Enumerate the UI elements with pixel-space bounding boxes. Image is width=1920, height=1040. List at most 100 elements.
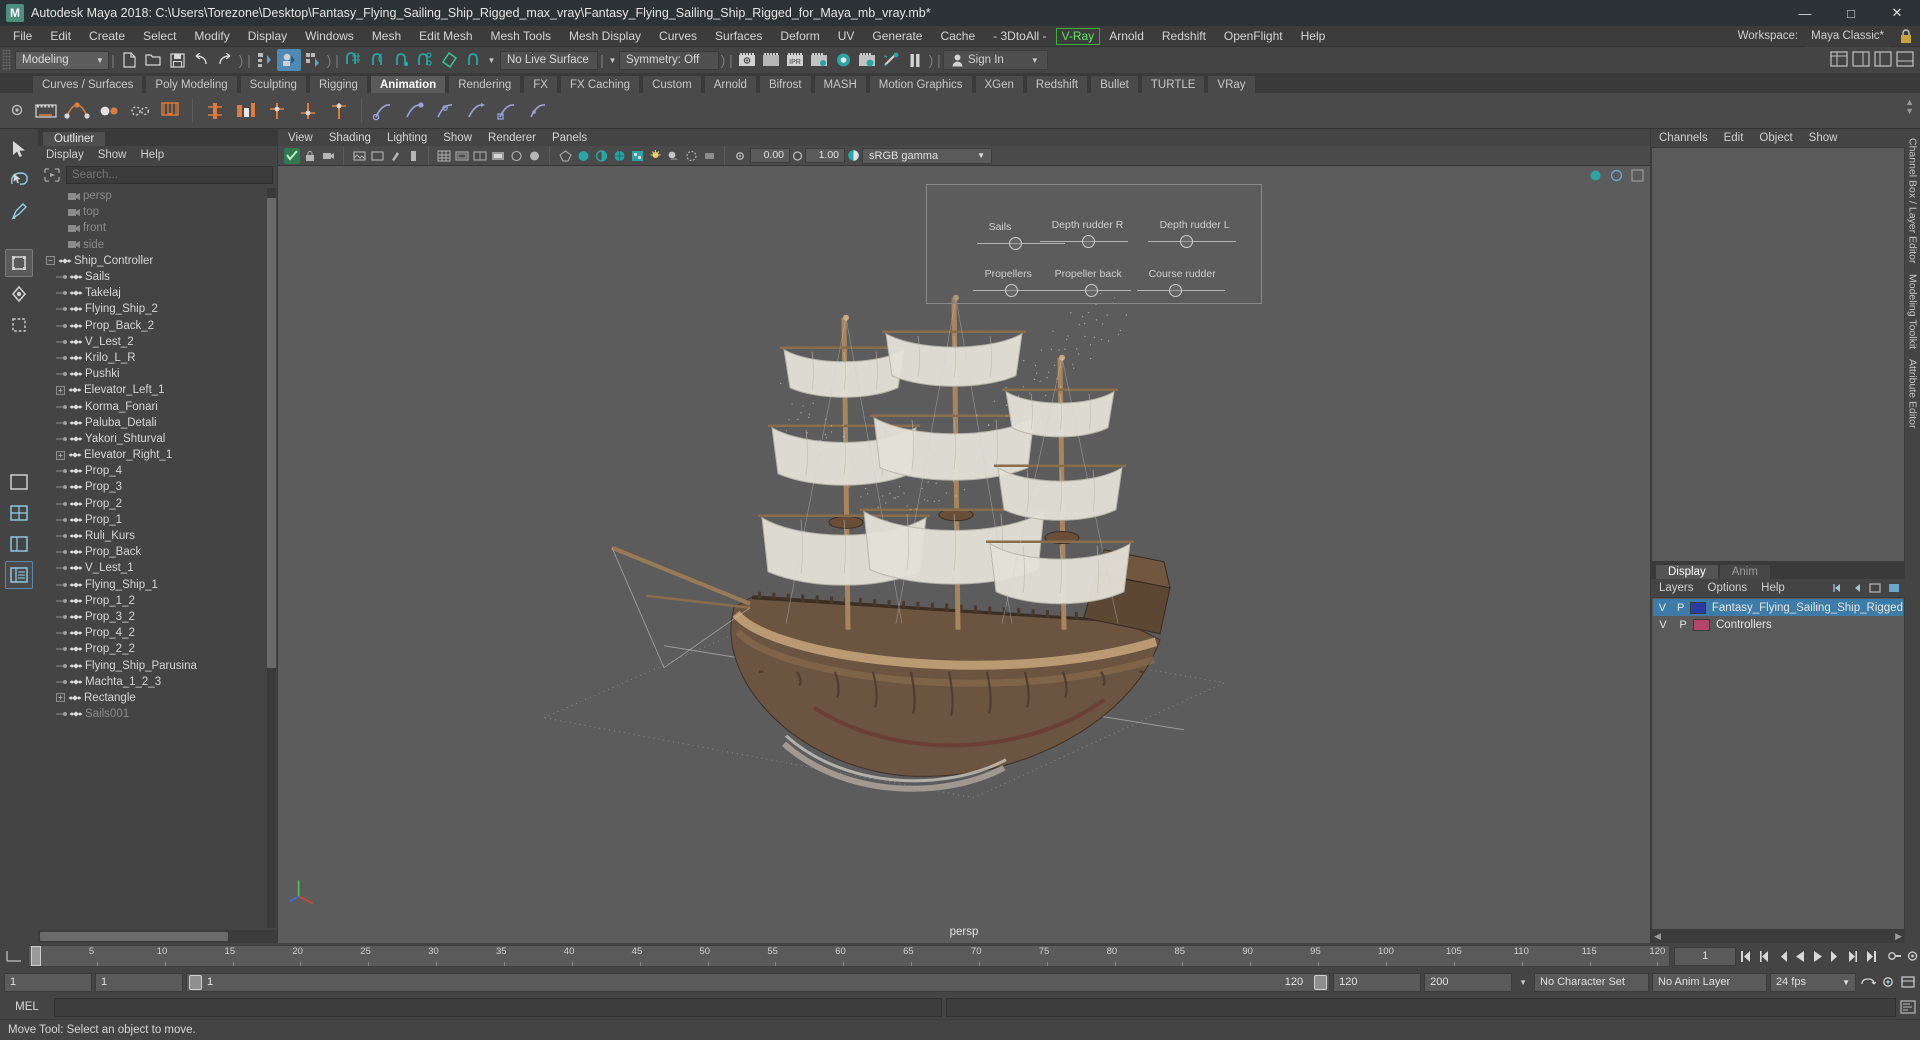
play-backwards-icon[interactable] xyxy=(1792,947,1808,965)
snap-options-chevron-icon[interactable]: ▼ xyxy=(485,56,498,65)
outliner-item-ruli_kurs[interactable]: Ruli_Kurs xyxy=(38,528,277,544)
layer-visibility-toggle[interactable]: V xyxy=(1653,619,1673,631)
shelf-constraint-aim-icon[interactable] xyxy=(463,97,491,125)
expand-toggle-icon[interactable]: + xyxy=(56,385,65,395)
shelf-constraint-pole-icon[interactable] xyxy=(494,97,522,125)
outliner-item-prop_back_2[interactable]: Prop_Back_2 xyxy=(38,318,277,334)
channel-box-toggle-icon[interactable] xyxy=(1830,50,1848,68)
outliner-item-elevator_right_1[interactable]: + Elevator_Right_1 xyxy=(38,447,277,463)
layer-playback-toggle[interactable]: P xyxy=(1671,602,1689,614)
snap-projected-icon[interactable] xyxy=(413,49,437,71)
outliner-item-v_lest_2[interactable]: V_Lest_2 xyxy=(38,334,277,350)
viewport-menu-shading[interactable]: Shading xyxy=(329,132,371,144)
layer-scroll-left-icon[interactable]: ◀ xyxy=(1651,931,1661,942)
menu-modify[interactable]: Modify xyxy=(185,26,238,47)
hud-control-knob[interactable] xyxy=(1008,237,1022,250)
new-scene-icon[interactable] xyxy=(117,49,141,71)
resolution-gate-icon[interactable] xyxy=(472,148,488,164)
menu-mesh-tools[interactable]: Mesh Tools xyxy=(482,26,560,47)
texture-toggle-icon[interactable] xyxy=(629,148,645,164)
menu-mesh[interactable]: Mesh xyxy=(363,26,410,47)
outliner-item-prop_back[interactable]: Prop_Back xyxy=(38,544,277,560)
render-sequence-icon[interactable] xyxy=(759,49,783,71)
channel-box-content[interactable] xyxy=(1651,147,1905,562)
layout-four-view-icon[interactable] xyxy=(5,499,33,527)
layers-menu-options[interactable]: Options xyxy=(1708,582,1748,594)
outliner-item-top[interactable]: top xyxy=(38,204,277,220)
screen-space-ao-icon[interactable] xyxy=(683,148,699,164)
outliner-item-pushki[interactable]: Pushki xyxy=(38,366,277,382)
workspace-value[interactable]: Maya Classic* xyxy=(1805,26,1890,47)
outliner-item-flying_ship_1[interactable]: Flying_Ship_1 xyxy=(38,577,277,593)
go-to-end-icon[interactable] xyxy=(1863,947,1879,965)
layer-color-swatch[interactable] xyxy=(1689,601,1706,614)
outliner-item-sails001[interactable]: Sails001 xyxy=(38,706,277,722)
symmetry-field[interactable]: Symmetry: Off xyxy=(619,50,719,70)
menu-create[interactable]: Create xyxy=(80,26,134,47)
make-live-icon[interactable] xyxy=(461,49,485,71)
xray-toggle-icon[interactable] xyxy=(508,148,524,164)
select-tool-icon[interactable] xyxy=(5,135,33,163)
open-scene-icon[interactable] xyxy=(141,49,165,71)
shelf-ghost-icon[interactable] xyxy=(156,97,184,125)
layer-scroll-right-icon[interactable]: ▶ xyxy=(1895,931,1905,942)
layer-playback-toggle[interactable]: P xyxy=(1673,619,1693,631)
outliner-item-prop_1[interactable]: Prop_1 xyxy=(38,512,277,528)
layers-menu-help[interactable]: Help xyxy=(1761,582,1785,594)
display-layer-list[interactable]: V P Fantasy_Flying_Sailing_Ship_Rigged V P Co… xyxy=(1651,597,1905,930)
viewport-3d-canvas[interactable]: persp Sails Depth rudder R Depth rudder LP… xyxy=(278,166,1650,943)
layer-visibility-toggle[interactable]: V xyxy=(1653,602,1671,614)
shelf-tab-bullet[interactable]: Bullet xyxy=(1090,75,1139,93)
shelf-set-key-icon[interactable] xyxy=(63,97,91,125)
shelf-set-key-rotate-icon[interactable] xyxy=(125,97,153,125)
render-setup-icon[interactable] xyxy=(855,49,879,71)
outliner-tab[interactable]: Outliner xyxy=(42,131,107,146)
menuset-dropdown[interactable]: Modeling ▼ xyxy=(15,50,109,70)
viewport-menu-view[interactable]: View xyxy=(288,132,313,144)
outliner-item-ship_controller[interactable]: − Ship_Controller xyxy=(38,253,277,269)
go-to-start-icon[interactable] xyxy=(1738,947,1754,965)
step-back-key-icon[interactable] xyxy=(1774,947,1790,965)
menu-vray[interactable]: V-Ray xyxy=(1055,27,1101,45)
auto-key-icon[interactable] xyxy=(1886,947,1902,965)
expand-toggle-icon[interactable]: + xyxy=(56,450,65,460)
shelf-playblast-icon[interactable] xyxy=(32,97,60,125)
command-input[interactable] xyxy=(54,997,942,1017)
xray-joints-icon[interactable] xyxy=(526,148,542,164)
channelbox-menu-object[interactable]: Object xyxy=(1759,132,1792,144)
minimize-button[interactable]: — xyxy=(1782,0,1828,26)
anim-layer-field[interactable]: No Anim Layer xyxy=(1652,972,1767,992)
shelf-tab-curves-surfaces[interactable]: Curves / Surfaces xyxy=(32,75,144,93)
tab-attribute-editor[interactable]: Attribute Editor xyxy=(1907,354,1919,433)
live-surface-field[interactable]: No Live Surface xyxy=(500,50,598,70)
playback-loop-icon[interactable] xyxy=(1859,973,1876,991)
outliner-item-rectangle[interactable]: + Rectangle xyxy=(38,690,277,706)
color-management-icon[interactable] xyxy=(847,149,860,162)
film-gate-icon[interactable] xyxy=(454,148,470,164)
viewport-menu-renderer[interactable]: Renderer xyxy=(488,132,536,144)
current-time-indicator[interactable] xyxy=(31,946,41,966)
anim-start-field[interactable]: 1 xyxy=(4,972,92,992)
motion-blur-icon[interactable] xyxy=(701,148,717,164)
snap-grid-icon[interactable] xyxy=(341,49,365,71)
menu-uv[interactable]: UV xyxy=(829,26,864,47)
new-layer-from-selection-icon[interactable] xyxy=(1888,582,1901,594)
menu-redshift[interactable]: Redshift xyxy=(1153,26,1215,47)
menu-openflight[interactable]: OpenFlight xyxy=(1215,26,1292,47)
menu-edit[interactable]: Edit xyxy=(41,26,80,47)
menu-windows[interactable]: Windows xyxy=(296,26,363,47)
layers-menu-layers[interactable]: Layers xyxy=(1659,582,1694,594)
step-forward-key-icon[interactable] xyxy=(1828,947,1844,965)
fps-dropdown[interactable]: 24 fps ▼ xyxy=(1770,972,1856,992)
outliner-search-input[interactable] xyxy=(66,166,273,184)
outliner-item-machta_1_2_3[interactable]: Machta_1_2_3 xyxy=(38,674,277,690)
shelf-tab-rigging[interactable]: Rigging xyxy=(308,75,368,93)
new-layer-icon[interactable] xyxy=(1869,582,1882,594)
pause-render-icon[interactable] xyxy=(903,49,927,71)
shelf-tab-bifrost[interactable]: Bifrost xyxy=(758,75,812,93)
outliner-item-prop_2_2[interactable]: Prop_2_2 xyxy=(38,641,277,657)
shelf-tab-arnold[interactable]: Arnold xyxy=(703,75,757,93)
outliner-item-flying_ship_parusina[interactable]: Flying_Ship_Parusina xyxy=(38,657,277,673)
channelbox-menu-channels[interactable]: Channels xyxy=(1659,132,1708,144)
outliner-item-flying_ship_2[interactable]: Flying_Ship_2 xyxy=(38,301,277,317)
